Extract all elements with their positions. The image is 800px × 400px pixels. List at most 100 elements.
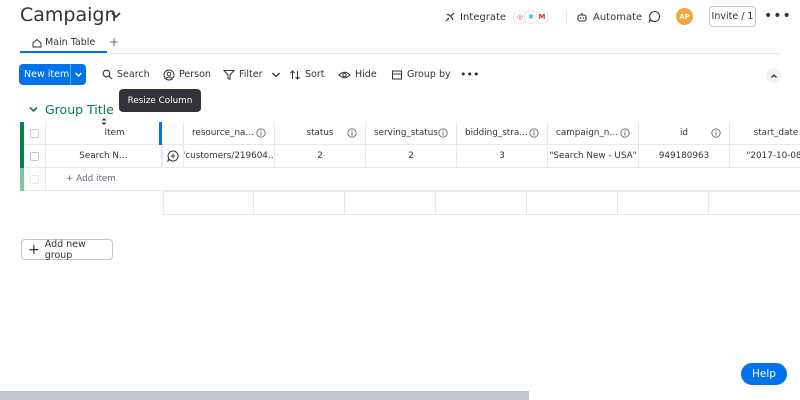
help-button[interactable]: Help [741, 363, 787, 385]
summary-cell [254, 191, 345, 215]
add-update-icon [167, 150, 179, 162]
group-header[interactable]: Group Title [28, 100, 114, 118]
add-item-input[interactable]: + Add item [46, 168, 800, 191]
summary-cell [436, 191, 527, 215]
chevron-down-icon[interactable] [28, 104, 39, 115]
new-item-button[interactable]: New item [19, 64, 86, 85]
table-cell[interactable]: "customers/219604… [184, 145, 275, 168]
robot-icon [577, 13, 587, 22]
column-header[interactable]: id [639, 122, 730, 145]
item-name[interactable]: Search N… [79, 151, 127, 161]
integration-logos: ◎ ✱ M [513, 10, 550, 24]
summary-cell [163, 191, 254, 215]
info-icon[interactable] [529, 128, 539, 138]
column-header[interactable]: serving_status [366, 122, 457, 145]
add-view-button[interactable]: + [109, 35, 119, 49]
info-icon[interactable] [347, 128, 357, 138]
board-title[interactable]: Campaign [20, 4, 117, 26]
column-header-label: resource_na… [192, 128, 255, 138]
item-name-cell[interactable]: Search N… [46, 145, 162, 168]
avatar[interactable]: AP [676, 8, 693, 25]
column-resize-handle[interactable] [159, 122, 162, 145]
automate-button[interactable]: Automate [576, 0, 642, 34]
table-header-row: Item resource_na… status serving_status … [20, 122, 800, 145]
column-header[interactable]: status [275, 122, 366, 145]
new-item-label: New item [24, 69, 70, 80]
view-tabs: Main Table + [0, 34, 800, 54]
column-header-label: Item [104, 128, 125, 138]
tab-main-table[interactable]: Main Table [20, 34, 108, 53]
divider [566, 10, 567, 24]
column-header[interactable]: start_date [730, 122, 800, 145]
integrate-button[interactable]: Integrate ◎ ✱ M [444, 0, 550, 34]
info-icon[interactable] [438, 128, 448, 138]
tab-label: Main Table [45, 37, 96, 48]
table-cell[interactable]: 949180963 [639, 145, 730, 168]
column-sort-icon[interactable] [101, 117, 107, 126]
person-filter-button[interactable]: Person [163, 64, 211, 85]
invite-button[interactable]: Invite / 1 [709, 6, 756, 27]
gmail-icon: M [535, 10, 550, 24]
board-header: Campaign Integrate ◎ ✱ M Automate AP Inv… [0, 0, 800, 34]
column-header[interactable]: bidding_stra… [457, 122, 548, 145]
table-cell[interactable]: 2 [366, 145, 457, 168]
search-button[interactable]: Search [102, 64, 150, 85]
summary-cell [618, 191, 709, 215]
person-label: Person [179, 69, 211, 80]
sort-label: Sort [305, 69, 325, 80]
hide-label: Hide [355, 69, 377, 80]
automate-label: Automate [593, 11, 643, 23]
info-icon[interactable] [256, 128, 266, 138]
column-header[interactable]: campaign_n… [548, 122, 639, 145]
group-by-icon [392, 70, 402, 79]
sort-button[interactable]: Sort [289, 64, 324, 85]
column-header-label: id [679, 128, 689, 138]
open-updates-button[interactable] [162, 145, 184, 168]
more-actions-icon[interactable]: ••• [460, 64, 479, 85]
new-item-dropdown[interactable] [71, 70, 86, 79]
column-header-label: status [306, 128, 334, 138]
more-options-icon[interactable]: ••• [764, 8, 792, 24]
chevron-down-icon[interactable] [110, 9, 122, 21]
row-checkbox[interactable] [24, 145, 46, 168]
tabs-divider [20, 53, 780, 54]
chevron-down-icon[interactable] [271, 70, 281, 80]
summary-cell [345, 191, 436, 215]
group-by-button[interactable]: Group by [391, 64, 451, 85]
info-icon[interactable] [620, 128, 630, 138]
table-cell[interactable]: "2017-10-08" [730, 145, 800, 168]
select-all-checkbox[interactable] [24, 122, 46, 145]
search-icon [102, 69, 113, 80]
person-icon [163, 69, 175, 80]
summary-cell [709, 191, 800, 215]
search-label: Search [117, 69, 150, 80]
filter-icon [223, 69, 235, 80]
add-new-group-button[interactable]: + Add new group [21, 238, 113, 261]
chevron-down-icon [75, 72, 82, 77]
sort-icon [290, 69, 300, 80]
column-header-item[interactable]: Item [46, 122, 184, 145]
add-item-row[interactable]: + Add item [20, 168, 800, 191]
column-header-label: campaign_n… [556, 128, 619, 138]
hide-button[interactable]: Hide [338, 64, 377, 85]
filter-label: Filter [239, 69, 263, 80]
table-cell[interactable]: 3 [457, 145, 548, 168]
plus-icon: + [28, 241, 40, 258]
group-title[interactable]: Group Title [45, 102, 114, 117]
filter-button[interactable]: Filter [223, 64, 285, 85]
collapse-header-button[interactable] [766, 68, 781, 83]
column-header-label: start_date [753, 128, 799, 138]
add-item-checkbox [24, 168, 46, 191]
table-cell[interactable]: "Search New - USA" [548, 145, 639, 168]
horizontal-scrollbar[interactable] [0, 391, 529, 400]
column-header-label: serving_status [374, 128, 438, 138]
board-toolbar: New item Search Person Filter Sort Hide … [0, 64, 800, 86]
add-new-group-label: Add new group [44, 238, 86, 261]
updates-chat-icon[interactable] [648, 10, 661, 23]
table-row[interactable]: Search N… "customers/219604… 2 2 3 "Sear… [20, 145, 800, 168]
column-header-label: bidding_stra… [465, 128, 529, 138]
info-icon[interactable] [711, 128, 721, 138]
integrate-icon [445, 12, 455, 22]
column-header[interactable]: resource_na… [184, 122, 275, 145]
table-cell[interactable]: 2 [275, 145, 366, 168]
